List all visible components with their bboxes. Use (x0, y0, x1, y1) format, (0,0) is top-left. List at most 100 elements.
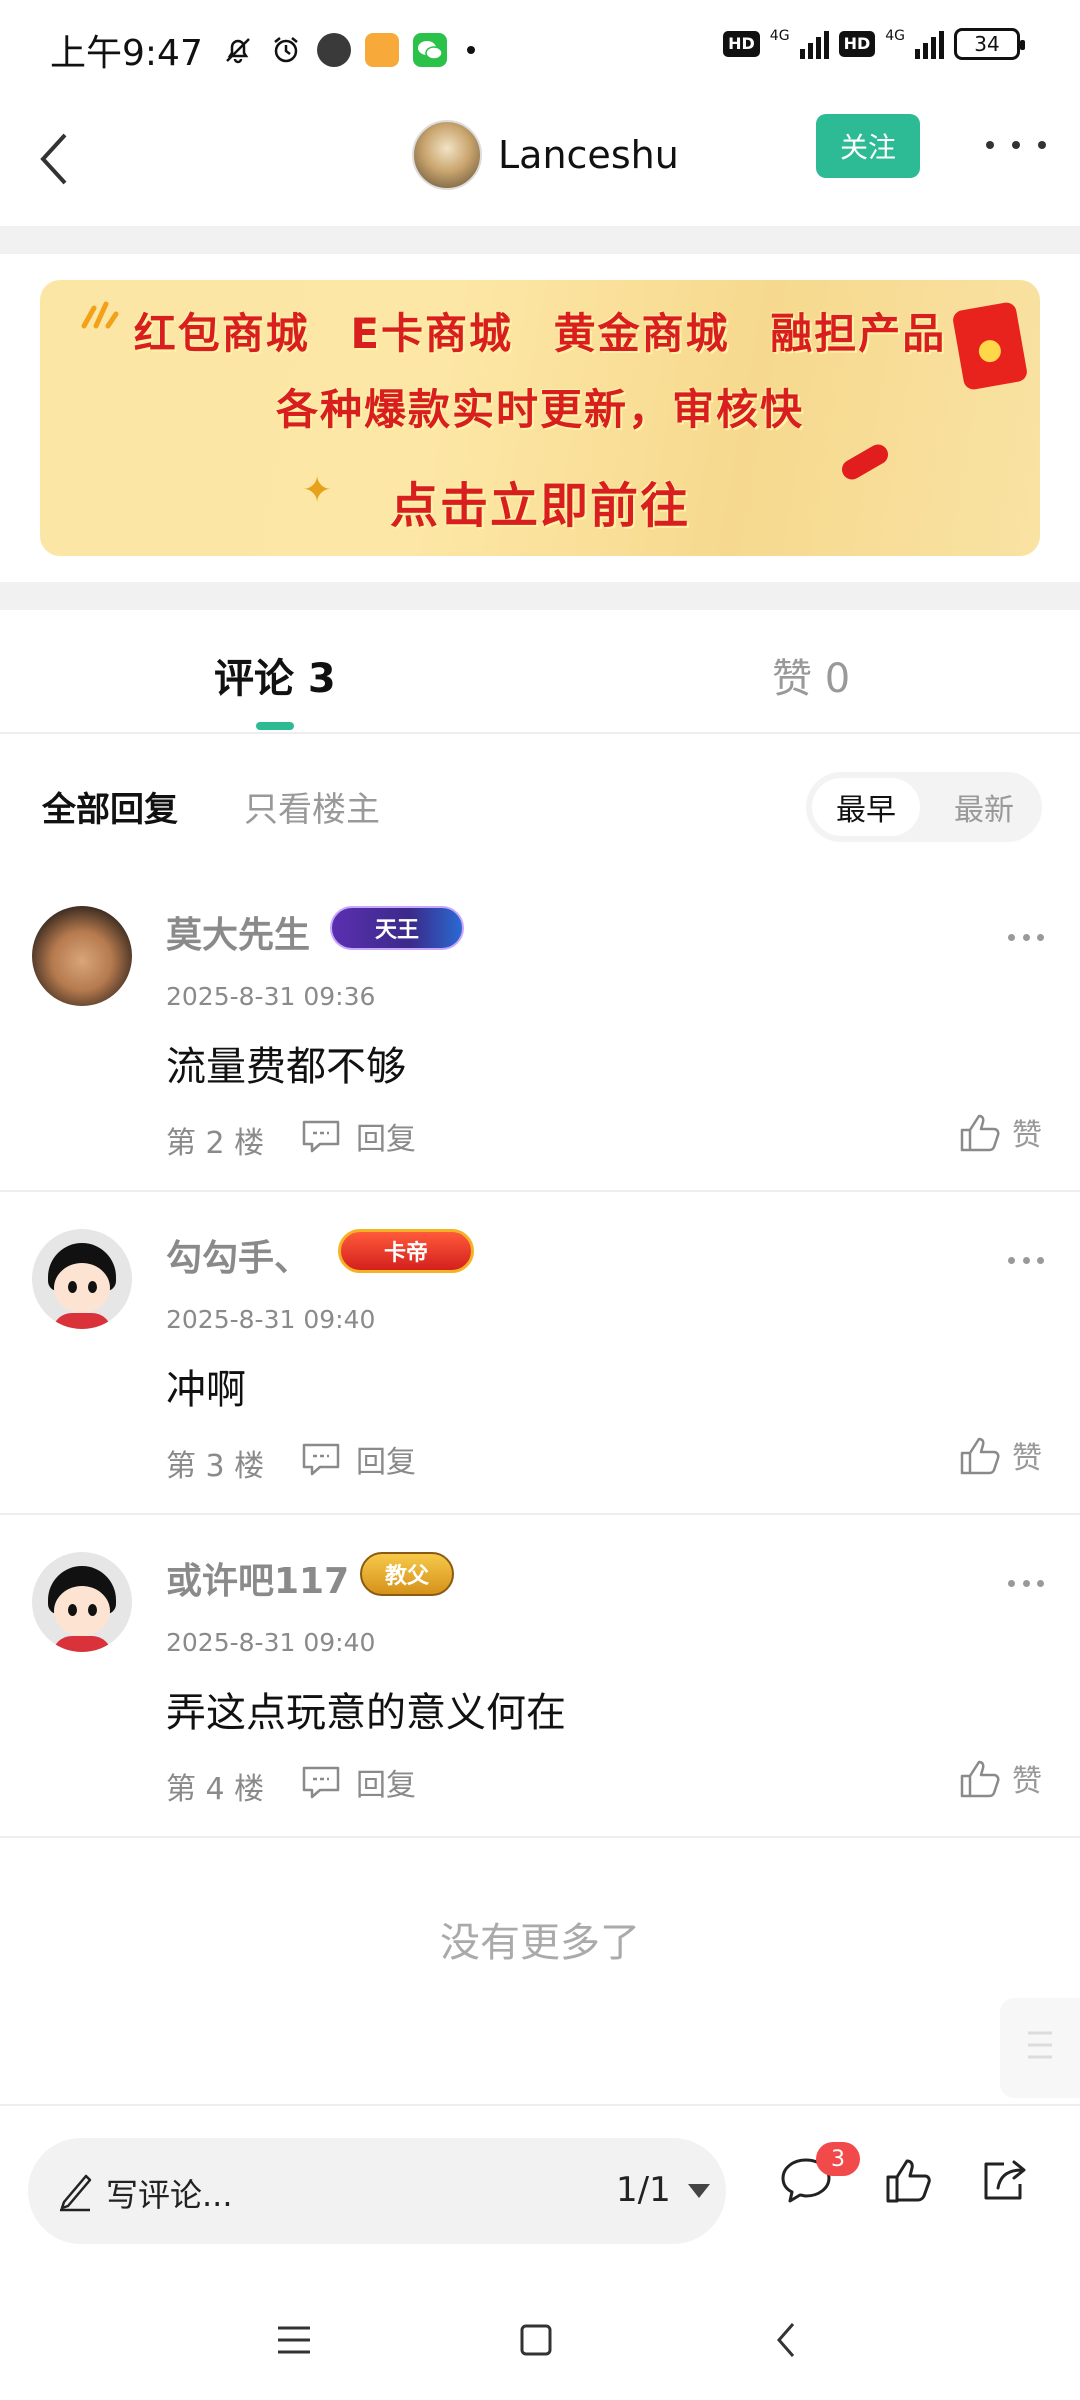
reply-button[interactable]: 回复 (300, 1760, 416, 1804)
signal-icon (799, 29, 829, 59)
share-button[interactable] (976, 2150, 1036, 2210)
reply-bubble-icon (302, 1120, 340, 1153)
more-options-button[interactable] (986, 130, 1046, 160)
author-info[interactable]: Lanceshu (412, 110, 679, 200)
network-type: 4G (769, 28, 790, 44)
wechat-icon (412, 33, 447, 67)
thumbs-up-icon (960, 1437, 1000, 1475)
status-right: HD 4G HD 4G 34 (723, 28, 1025, 60)
like-label: 赞 (1012, 1764, 1042, 1799)
battery-level: 34 (974, 32, 1000, 56)
user-title-badge: 教父 (360, 1552, 454, 1596)
chevron-left-icon (777, 2323, 795, 2357)
follow-button[interactable]: 关注 (816, 114, 920, 178)
avatar[interactable] (32, 1552, 132, 1652)
sparkle-icon: ✦ (302, 470, 333, 511)
comment-time: 2025-8-31 09:40 (166, 1305, 376, 1334)
system-back-button[interactable] (756, 2310, 816, 2370)
bottom-action-bar: 写评论... 1/1 3 (0, 2104, 1080, 2274)
commenter-name[interactable]: 勾勾手、 (166, 1229, 310, 1281)
end-of-list-text: 没有更多了 (440, 1920, 640, 1966)
comment-item: 莫大先生 天王 2025-8-31 09:36 流量费都不够 第 2 楼 回复 … (0, 870, 1080, 1192)
like-label: 赞 (1012, 1441, 1042, 1476)
tab-comments[interactable]: 评论 3 (214, 646, 336, 704)
floor-number: 第 3 楼 (166, 1449, 265, 1484)
app-notification-icon (316, 33, 351, 67)
notes-app-icon (364, 33, 399, 67)
promo-banner[interactable]: 红包商城 E卡商城 黄金商城 融担产品 各种爆款实时更新，审核快 点击立即前往 … (40, 280, 1040, 556)
write-comment-input[interactable]: 写评论... 1/1 (28, 2138, 726, 2244)
reply-label: 回复 (356, 1445, 416, 1480)
red-envelope-icon (951, 301, 1029, 391)
share-icon (984, 2160, 1026, 2200)
tab-likes[interactable]: 赞 0 (772, 646, 850, 704)
comment-placeholder: 写评论... (106, 2176, 233, 2214)
chevron-left-icon (40, 133, 67, 185)
divider (0, 226, 1080, 254)
filter-all-replies[interactable]: 全部回复 (42, 782, 178, 831)
reply-button[interactable]: 回复 (300, 1437, 416, 1481)
menu-icon (278, 2326, 310, 2354)
filter-owner-only[interactable]: 只看楼主 (244, 782, 380, 831)
divider (0, 582, 1080, 610)
sort-newest-button[interactable]: 最新 (930, 778, 1038, 836)
avatar[interactable] (412, 120, 482, 190)
avatar[interactable] (32, 906, 132, 1006)
sort-toggle: 最早 最新 (806, 772, 1042, 842)
reply-label: 回复 (356, 1122, 416, 1157)
page-indicator[interactable]: 1/1 (616, 2170, 671, 2210)
alarm-icon (269, 33, 303, 67)
more-notifications-dot (466, 46, 475, 54)
status-icons (221, 33, 475, 67)
thumbs-up-icon (886, 2159, 931, 2203)
like-button[interactable]: 赞 (958, 1433, 1042, 1477)
comment-more-button[interactable] (1008, 1257, 1044, 1267)
mute-bell-icon (221, 33, 255, 67)
avatar[interactable] (32, 1229, 132, 1329)
user-title-badge: 天王 (330, 906, 464, 950)
home-button[interactable] (506, 2310, 566, 2370)
like-button[interactable]: 赞 (958, 1756, 1042, 1800)
thumbs-up-icon (960, 1760, 1000, 1798)
status-time: 上午9:47 (50, 33, 203, 74)
like-button[interactable]: 赞 (958, 1110, 1042, 1154)
banner-line-2: 各种爆款实时更新，审核快 (275, 385, 804, 434)
comment-text[interactable]: 弄这点玩意的意义何在 (166, 1680, 566, 1738)
content-tabs: 评论 3 赞 0 (0, 610, 1080, 734)
comment-more-button[interactable] (1008, 1580, 1044, 1590)
comment-text[interactable]: 冲啊 (166, 1357, 246, 1415)
thumbs-up-icon (960, 1114, 1000, 1152)
scroll-top-icon (1028, 2031, 1052, 2059)
author-name[interactable]: Lanceshu (498, 133, 679, 177)
floor-number: 第 4 楼 (166, 1772, 265, 1807)
hd-badge: HD (838, 31, 876, 57)
comment-time: 2025-8-31 09:36 (166, 982, 376, 1011)
network-type: 4G (885, 28, 905, 44)
comment-item: 勾勾手、 卡帝 2025-8-31 09:40 冲啊 第 3 楼 回复 赞 (0, 1193, 1080, 1515)
banner-line-1: 红包商城 E卡商城 黄金商城 融担产品 (133, 309, 947, 358)
floor-number: 第 2 楼 (166, 1126, 265, 1161)
comment-time: 2025-8-31 09:40 (166, 1628, 376, 1657)
caret-down-icon[interactable] (688, 2184, 710, 2198)
battery-icon: 34 (954, 28, 1025, 60)
menu-button[interactable] (264, 2310, 324, 2370)
sort-earliest-button[interactable]: 最早 (812, 778, 920, 836)
home-square-icon (520, 2324, 552, 2356)
reply-bubble-icon (302, 1443, 340, 1476)
comment-more-button[interactable] (1008, 934, 1044, 944)
commenter-name[interactable]: 莫大先生 (166, 906, 310, 958)
scroll-to-top-button[interactable] (1000, 1998, 1080, 2098)
user-title-badge: 卡帝 (338, 1229, 474, 1273)
signal-icon (915, 29, 944, 59)
top-nav: Lanceshu 关注 (0, 100, 1080, 226)
like-post-button[interactable] (878, 2150, 938, 2210)
commenter-name[interactable]: 或许吧117 (166, 1552, 349, 1604)
hd-badge: HD (723, 31, 760, 57)
reply-button[interactable]: 回复 (300, 1114, 416, 1158)
comment-text[interactable]: 流量费都不够 (166, 1034, 406, 1092)
comment-item: 或许吧117 教父 2025-8-31 09:40 弄这点玩意的意义何在 第 4… (0, 1516, 1080, 1838)
banner-line-3: 点击立即前往 (389, 478, 690, 534)
system-navigation-bar (0, 2274, 1080, 2400)
back-button[interactable] (20, 124, 90, 194)
comment-count-badge: 3 (816, 2142, 860, 2176)
